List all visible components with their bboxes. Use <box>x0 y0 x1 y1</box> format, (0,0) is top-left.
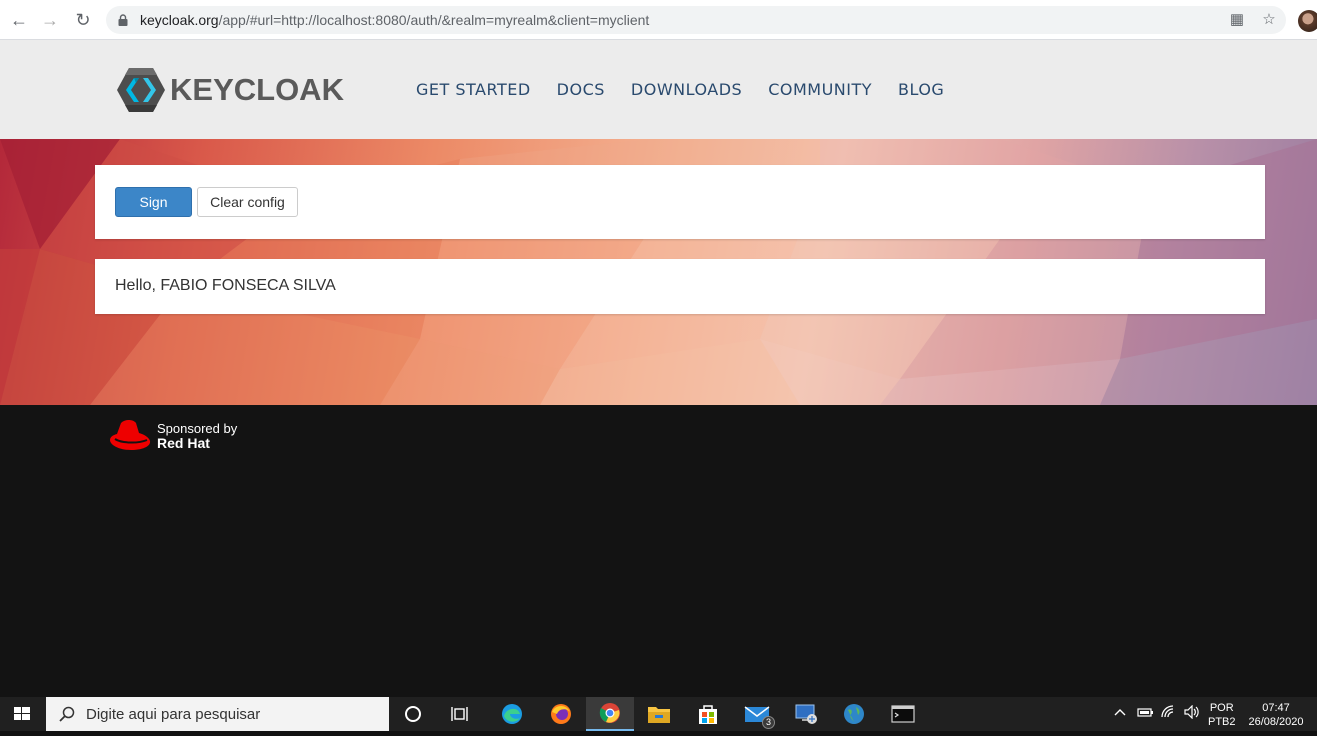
volume-icon[interactable] <box>1183 704 1201 722</box>
cortana-icon[interactable] <box>399 701 427 727</box>
windows-start-button[interactable] <box>0 697 45 731</box>
lock-icon <box>118 14 128 26</box>
keycloak-logo-icon <box>117 68 165 112</box>
site-footer: Sponsored by Red Hat <box>0 405 1317 697</box>
back-arrow-icon[interactable]: ← <box>9 10 29 30</box>
search-icon <box>59 706 75 722</box>
microsoft-store-icon[interactable] <box>694 701 722 727</box>
sponsor-name: Red Hat <box>157 435 210 451</box>
globe-app-icon[interactable] <box>840 701 868 727</box>
language-indicator[interactable]: POR PTB2 <box>1208 701 1236 729</box>
url-text: keycloak.org/app/#url=http://localhost:8… <box>140 12 649 28</box>
reload-icon[interactable]: ↻ <box>73 10 93 30</box>
system-clock[interactable]: 07:47 26/08/2020 <box>1246 701 1306 729</box>
site-header: KEYCLOAK GET STARTED DOCS DOWNLOADS COMM… <box>0 40 1317 139</box>
logo-text: KEYCLOAK <box>170 72 344 107</box>
greeting-text: Hello, FABIO FONSECA SILVA <box>115 277 336 294</box>
windows-logo-icon <box>14 707 30 720</box>
main-nav: GET STARTED DOCS DOWNLOADS COMMUNITY BLO… <box>416 80 970 99</box>
nav-get-started[interactable]: GET STARTED <box>416 80 531 99</box>
chrome-icon[interactable] <box>586 697 634 731</box>
search-placeholder: Digite aqui para pesquisar <box>86 706 261 723</box>
file-explorer-icon[interactable] <box>645 701 673 727</box>
sponsor-redhat[interactable]: Sponsored by Red Hat <box>109 419 237 453</box>
remote-desktop-icon[interactable] <box>792 701 820 727</box>
taskbar-search-box[interactable]: Digite aqui para pesquisar <box>46 697 389 731</box>
bookmark-star-icon[interactable]: ☆ <box>1260 11 1278 29</box>
nav-blog[interactable]: BLOG <box>898 80 944 99</box>
url-domain: keycloak.org <box>140 12 219 28</box>
actions-panel: Sign out Clear config <box>95 165 1265 239</box>
keycloak-logo[interactable]: KEYCLOAK <box>116 64 344 116</box>
language-code: POR <box>1209 702 1234 714</box>
sign-out-button[interactable]: Sign out <box>115 187 192 238</box>
clear-config-button[interactable]: Clear config <box>197 187 298 217</box>
firefox-icon[interactable] <box>547 701 575 727</box>
clock-time: 07:47 <box>1262 702 1290 714</box>
nav-community[interactable]: COMMUNITY <box>768 80 872 99</box>
keyboard-layout: PTB2 <box>1208 716 1236 728</box>
profile-avatar[interactable] <box>1298 10 1317 32</box>
greeting-panel: Hello, FABIO FONSECA SILVA <box>95 259 1265 314</box>
wifi-icon[interactable] <box>1161 705 1177 722</box>
windows-taskbar: Digite aqui para pesquisar 3 POR PTB2 07… <box>0 697 1317 731</box>
edge-browser-icon[interactable] <box>498 701 526 727</box>
sponsored-by-label: Sponsored by <box>157 421 238 436</box>
forward-arrow-icon[interactable]: → <box>40 10 60 30</box>
redhat-logo-icon <box>110 420 151 450</box>
mail-badge: 3 <box>762 716 775 729</box>
chevron-up-icon[interactable] <box>1113 705 1127 722</box>
mail-icon[interactable]: 3 <box>743 701 775 729</box>
nav-docs[interactable]: DOCS <box>557 80 605 99</box>
task-view-icon[interactable] <box>447 701 475 727</box>
address-bar[interactable]: keycloak.org/app/#url=http://localhost:8… <box>106 6 1286 34</box>
browser-toolbar: ← → ↻ keycloak.org/app/#url=http://local… <box>0 0 1317 40</box>
clock-date: 26/08/2020 <box>1248 716 1304 728</box>
url-path: /app/#url=http://localhost:8080/auth/&re… <box>218 12 650 28</box>
translate-icon[interactable]: ▦ <box>1228 11 1246 29</box>
battery-icon[interactable] <box>1136 705 1154 722</box>
hero-background: Sign out Clear config Hello, FABIO FONSE… <box>0 139 1317 405</box>
nav-downloads[interactable]: DOWNLOADS <box>631 80 742 99</box>
terminal-icon[interactable] <box>889 701 917 727</box>
